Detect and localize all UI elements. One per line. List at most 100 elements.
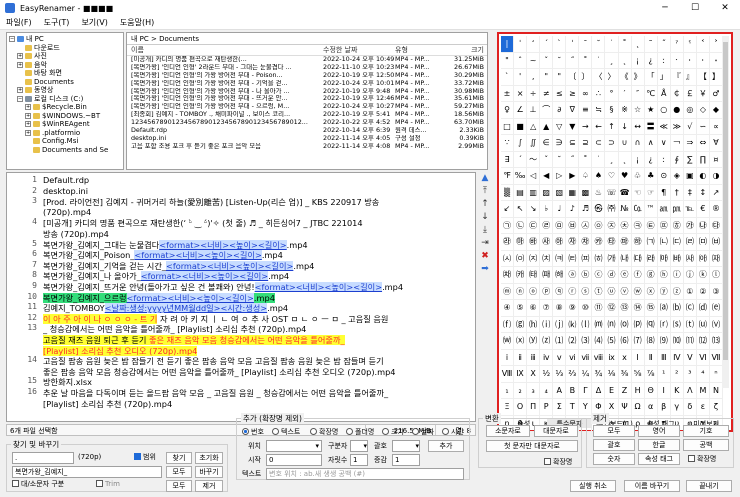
- char-cell[interactable]: ㉱: [501, 234, 515, 251]
- char-cell[interactable]: ¡: [631, 151, 645, 168]
- char-cell[interactable]: ⓒ: [592, 267, 606, 284]
- char-cell[interactable]: ㈋: [566, 250, 580, 267]
- char-cell[interactable]: ⒥: [553, 316, 567, 333]
- char-cell[interactable]: ㈈: [527, 250, 541, 267]
- char-cell[interactable]: ⒳: [514, 333, 528, 350]
- tree-node[interactable]: Config.Msi: [9, 137, 121, 146]
- char-cell[interactable]: ⓣ: [592, 283, 606, 300]
- text-input[interactable]: 변호 위치 : ab.새 생생 공백 (#): [266, 468, 464, 480]
- char-cell[interactable]: ₃: [527, 382, 541, 399]
- char-cell[interactable]: ⒭: [657, 316, 671, 333]
- char-cell[interactable]: ˚: [579, 52, 593, 69]
- char-cell[interactable]: ▶: [566, 168, 580, 185]
- replace-button[interactable]: 바꾸기: [195, 466, 223, 478]
- char-cell[interactable]: ∑: [683, 151, 697, 168]
- char-cell[interactable]: √: [683, 118, 697, 135]
- tree-node[interactable]: + $WINDOWS.~BT: [9, 112, 121, 121]
- char-cell[interactable]: ♀: [501, 102, 515, 119]
- char-cell[interactable]: ∪: [618, 135, 632, 152]
- char-cell[interactable]: ⑫: [605, 300, 619, 317]
- char-cell[interactable]: ㉹: [605, 234, 619, 251]
- char-cell[interactable]: ⓥ: [618, 283, 632, 300]
- column-size[interactable]: 크기: [449, 45, 487, 55]
- char-cell[interactable]: ∴: [592, 85, 606, 102]
- expand-icon[interactable]: +: [25, 112, 31, 119]
- char-cell[interactable]: ⒣: [527, 316, 541, 333]
- char-cell[interactable]: ￥: [696, 85, 710, 102]
- char-cell[interactable]: ˙: [605, 36, 619, 53]
- char-cell[interactable]: ⊙: [657, 168, 671, 185]
- char-cell[interactable]: ˜: [644, 36, 658, 53]
- char-cell[interactable]: ∽: [696, 118, 710, 135]
- file-row[interactable]: [복면가왕] '인디언 인형'의 가왕 방어전 무대 - 나 올아가 ... 20…: [127, 88, 487, 96]
- char-cell[interactable]: ⒞: [683, 300, 697, 317]
- char-cell[interactable]: ◇: [696, 102, 710, 119]
- char-cell[interactable]: ▧: [553, 184, 567, 201]
- expand-icon[interactable]: +: [25, 104, 31, 111]
- char-cell[interactable]: 「: [644, 69, 658, 86]
- char-cell[interactable]: ㈚: [540, 267, 554, 284]
- char-cell[interactable]: ⒦: [566, 316, 580, 333]
- move-top-icon[interactable]: ⤒: [478, 185, 492, 198]
- file-row[interactable]: [복면가왕] '인디언 인형' 2라운드 무대 - 그대는 눈물겹다 ... 20…: [127, 64, 487, 72]
- char-cell[interactable]: ∫: [514, 135, 528, 152]
- char-cell[interactable]: ≡: [579, 102, 593, 119]
- char-cell[interactable]: ㈒: [657, 250, 671, 267]
- char-cell[interactable]: ≫: [670, 118, 684, 135]
- char-cell[interactable]: ⓤ: [605, 283, 619, 300]
- char-cell[interactable]: ⒬: [644, 316, 658, 333]
- replace-input[interactable]: 복면가왕_김예지_: [12, 466, 162, 478]
- char-cell[interactable]: ▤: [514, 184, 528, 201]
- file-row[interactable]: desktop.ini 2022-11-14 오후 4:05 구성 설정 0.39Ki…: [127, 135, 487, 143]
- char-cell[interactable]: Ο: [514, 399, 528, 416]
- range-checkbox[interactable]: 범위: [134, 451, 156, 463]
- char-cell[interactable]: ₄: [540, 382, 554, 399]
- expand-icon[interactable]: +: [17, 87, 23, 94]
- delete-all-button[interactable]: 모두: [166, 480, 192, 492]
- char-cell[interactable]: ⑾: [683, 333, 697, 350]
- add-type-radio[interactable]: 폴더명: [346, 426, 374, 438]
- char-cell[interactable]: ⓨ: [657, 283, 671, 300]
- char-cell[interactable]: Σ: [553, 399, 567, 416]
- char-cell[interactable]: Λ: [683, 382, 697, 399]
- char-cell[interactable]: ♬: [579, 201, 593, 218]
- char-cell[interactable]: ㈘: [514, 267, 528, 284]
- char-cell[interactable]: ': [514, 69, 528, 86]
- char-cell[interactable]: ◎: [683, 102, 697, 119]
- char-cell[interactable]: ㉭: [670, 217, 684, 234]
- menu-tools[interactable]: 도구(T): [38, 17, 76, 28]
- char-cell[interactable]: ㈇: [514, 250, 528, 267]
- rename-button[interactable]: 이름 바꾸기: [624, 480, 680, 492]
- char-cell[interactable]: ˘: [553, 151, 567, 168]
- char-cell[interactable]: ￢: [670, 135, 684, 152]
- char-cell[interactable]: 〉: [605, 69, 619, 86]
- char-cell[interactable]: □: [501, 118, 515, 135]
- char-cell[interactable]: ≪: [657, 118, 671, 135]
- bracket-select[interactable]: ▾: [392, 440, 420, 452]
- char-cell[interactable]: 」: [657, 69, 671, 86]
- char-cell[interactable]: ⅵ: [566, 349, 580, 366]
- char-cell[interactable]: ∇: [566, 102, 580, 119]
- char-cell[interactable]: Ρ: [540, 399, 554, 416]
- char-cell[interactable]: ¶: [657, 184, 671, 201]
- remove-attr-tag-button[interactable]: 속성 태그: [638, 453, 680, 465]
- char-cell[interactable]: γ: [670, 399, 684, 416]
- char-cell[interactable]: 』: [683, 69, 697, 86]
- char-cell[interactable]: ★: [644, 102, 658, 119]
- char-cell[interactable]: ˇ: [540, 151, 554, 168]
- char-cell[interactable]: ≠: [540, 85, 554, 102]
- char-cell[interactable]: ↔: [631, 118, 645, 135]
- add-type-radio[interactable]: 크기: [382, 426, 404, 438]
- char-cell[interactable]: ♭: [540, 201, 554, 218]
- char-cell[interactable]: ¼: [579, 366, 593, 383]
- tree-node[interactable]: + .platformio: [9, 129, 121, 138]
- char-cell[interactable]: ↑: [605, 118, 619, 135]
- char-cell[interactable]: ⒟: [696, 300, 710, 317]
- char-cell[interactable]: ⅝: [631, 366, 645, 383]
- char-cell[interactable]: ⓧ: [644, 283, 658, 300]
- char-cell[interactable]: Β: [566, 382, 580, 399]
- uppercase-button[interactable]: 대문자로: [534, 425, 578, 437]
- char-cell[interactable]: ⓚ: [696, 267, 710, 284]
- char-cell[interactable]: ⅔: [566, 366, 580, 383]
- char-cell[interactable]: ⑦: [540, 300, 554, 317]
